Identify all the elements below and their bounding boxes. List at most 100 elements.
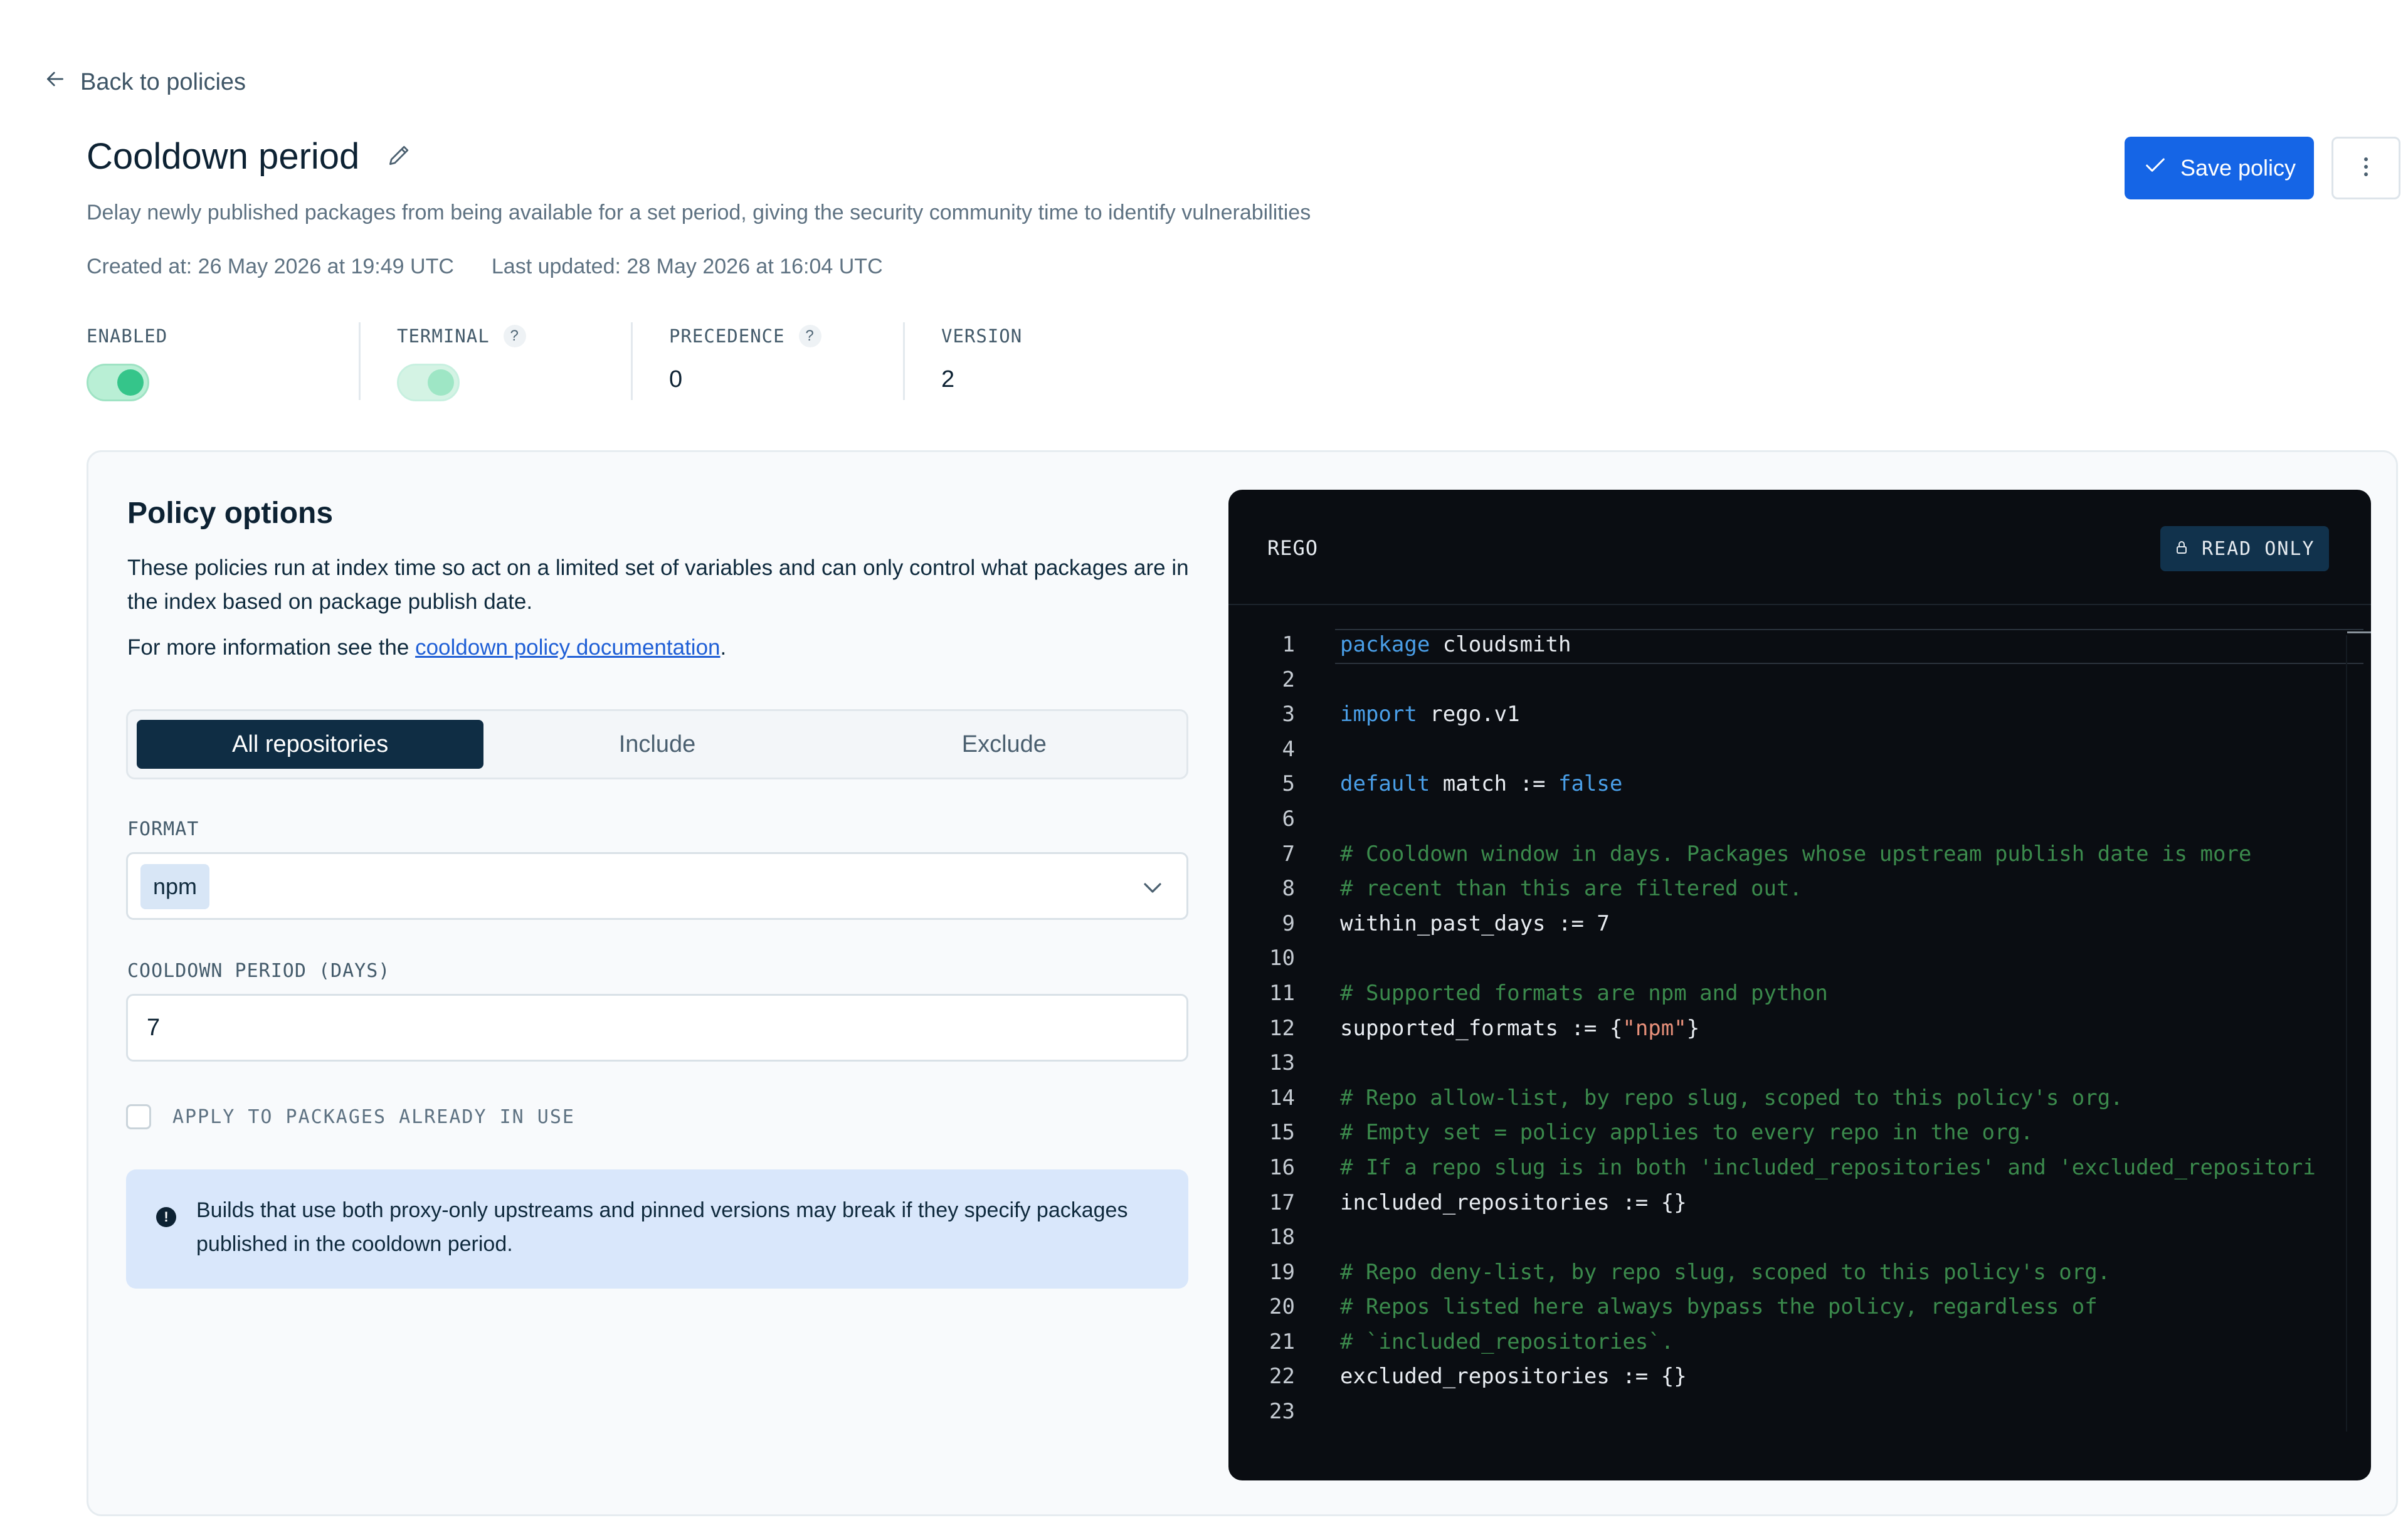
kebab-menu-icon xyxy=(2362,154,2370,182)
line-number: 9 xyxy=(1282,910,1295,936)
code-header: REGO READ ONLY xyxy=(1228,490,2371,605)
more-info-suffix: . xyxy=(720,635,727,660)
line-number: 4 xyxy=(1282,736,1295,762)
code-line: 17 included_repositories := {} xyxy=(1228,1186,2371,1221)
check-icon xyxy=(2143,153,2168,184)
apply-existing-row[interactable]: APPLY TO PACKAGES ALREADY IN USE xyxy=(126,1104,575,1129)
line-content: # Empty set = policy applies to every re… xyxy=(1340,1120,2034,1146)
code-line: 3 import rego.v1 xyxy=(1228,697,2371,732)
apply-existing-label: APPLY TO PACKAGES ALREADY IN USE xyxy=(172,1105,575,1128)
line-content: package cloudsmith xyxy=(1340,632,1571,657)
back-to-policies-link[interactable]: Back to policies xyxy=(43,66,246,98)
code-line: 19 # Repo deny-list, by repo slug, scoped… xyxy=(1228,1255,2371,1290)
enabled-toggle[interactable] xyxy=(87,364,149,401)
rego-code-viewer: REGO READ ONLY 1 package cloudsmith 2 3 impo… xyxy=(1228,490,2371,1480)
save-policy-button[interactable]: Save policy xyxy=(2125,137,2314,199)
policy-options-description: These policies run at index time so act … xyxy=(127,556,1189,614)
more-options-button[interactable] xyxy=(2331,137,2400,199)
line-content: # Repo allow-list, by repo slug, scoped … xyxy=(1340,1085,2123,1111)
timestamps: Created at: 26 May 2026 at 19:49 UTC Las… xyxy=(87,255,883,279)
terminal-toggle[interactable] xyxy=(397,364,460,401)
code-line: 14 # Repo allow-list, by repo slug, scope… xyxy=(1228,1081,2371,1116)
tab-include[interactable]: Include xyxy=(483,720,830,769)
notice-text: Builds that use both proxy-only upstream… xyxy=(196,1198,1128,1256)
format-label: FORMAT xyxy=(127,818,199,840)
line-number: 2 xyxy=(1282,667,1295,692)
code-language: REGO xyxy=(1267,536,1319,560)
arrow-left-icon xyxy=(43,66,68,98)
tab-all-repositories[interactable]: All repositories xyxy=(137,720,484,769)
created-at: Created at: 26 May 2026 at 19:49 UTC xyxy=(87,255,454,278)
line-content: # Repos listed here always bypass the po… xyxy=(1340,1294,2098,1320)
code-line: 18 xyxy=(1228,1220,2371,1255)
precedence-value: 0 xyxy=(669,366,683,393)
line-content: # Cooldown window in days. Packages whos… xyxy=(1340,841,2252,867)
stat-precedence: PRECEDENCE ? 0 xyxy=(631,322,903,400)
policy-options-panel: Policy options These policies run at ind… xyxy=(87,450,2398,1516)
code-line: 22 excluded_repositories := {} xyxy=(1228,1359,2371,1395)
chevron-down-icon xyxy=(1138,873,1168,903)
code-line: 13 xyxy=(1228,1046,2371,1081)
line-content: within_past_days := 7 xyxy=(1340,910,1610,936)
line-number: 22 xyxy=(1269,1364,1295,1390)
apply-existing-checkbox[interactable] xyxy=(126,1104,151,1129)
format-chip[interactable]: npm xyxy=(140,864,210,909)
line-number: 15 xyxy=(1269,1120,1295,1146)
terminal-label: TERMINAL xyxy=(397,325,490,347)
code-line: 1 package cloudsmith xyxy=(1228,628,2371,663)
code-line: 21 # `included_repositories`. xyxy=(1228,1325,2371,1360)
line-content: # `included_repositories`. xyxy=(1340,1329,1674,1354)
cooldown-period-label: COOLDOWN PERIOD (DAYS) xyxy=(127,960,391,982)
code-line: 16 # If a repo slug is in both 'included_… xyxy=(1228,1151,2371,1186)
code-line: 7 # Cooldown window in days. Packages who… xyxy=(1228,837,2371,872)
line-content: # recent than this are filtered out. xyxy=(1340,876,1802,902)
line-number: 23 xyxy=(1269,1399,1295,1425)
lock-icon xyxy=(2174,538,2189,560)
line-number: 18 xyxy=(1269,1225,1295,1250)
tab-exclude[interactable]: Exclude xyxy=(831,720,1178,769)
code-body: 1 package cloudsmith 2 3 import rego.v1 4 5 def… xyxy=(1228,628,2371,1430)
cooldown-docs-link[interactable]: cooldown policy documentation xyxy=(415,635,720,660)
cooldown-period-input[interactable]: 7 xyxy=(126,994,1188,1062)
line-content: import rego.v1 xyxy=(1340,702,1520,727)
stat-version: VERSION 2 xyxy=(903,322,1175,400)
version-label: VERSION xyxy=(941,325,1023,347)
code-line: 23 xyxy=(1228,1395,2371,1430)
info-icon: ! xyxy=(156,1207,176,1227)
version-value: 2 xyxy=(941,366,955,393)
line-number: 7 xyxy=(1282,841,1295,867)
line-number: 13 xyxy=(1269,1050,1295,1076)
code-line: 12 supported_formats := {"npm"} xyxy=(1228,1011,2371,1047)
line-number: 21 xyxy=(1269,1329,1295,1354)
read-only-label: READ ONLY xyxy=(2202,537,2315,560)
page-subtitle: Delay newly published packages from bein… xyxy=(87,201,1311,224)
code-line: 5 default match := false xyxy=(1228,767,2371,802)
terminal-help-icon[interactable]: ? xyxy=(503,325,526,347)
line-number: 6 xyxy=(1282,806,1295,831)
line-number: 5 xyxy=(1282,771,1295,797)
repository-scope-tabs: All repositories Include Exclude xyxy=(126,709,1188,779)
code-line: 11 # Supported formats are npm and python xyxy=(1228,976,2371,1011)
code-line: 15 # Empty set = policy applies to every … xyxy=(1228,1116,2371,1151)
enabled-label: ENABLED xyxy=(87,325,168,347)
code-line: 4 xyxy=(1228,732,2371,768)
line-content: supported_formats := {"npm"} xyxy=(1340,1015,1700,1041)
precedence-label: PRECEDENCE xyxy=(669,325,785,347)
format-select[interactable]: npm xyxy=(126,852,1188,920)
code-line: 8 # recent than this are filtered out. xyxy=(1228,872,2371,907)
pencil-icon[interactable] xyxy=(386,141,413,172)
line-content: excluded_repositories := {} xyxy=(1340,1364,1687,1390)
line-number: 17 xyxy=(1269,1190,1295,1215)
last-updated: Last updated: 28 May 2026 at 16:04 UTC xyxy=(491,255,883,278)
precedence-help-icon[interactable]: ? xyxy=(798,325,821,347)
line-number: 10 xyxy=(1269,946,1295,971)
code-line: 9 within_past_days := 7 xyxy=(1228,907,2371,942)
line-number: 1 xyxy=(1282,632,1295,657)
code-line: 20 # Repos listed here always bypass the … xyxy=(1228,1290,2371,1325)
line-number: 8 xyxy=(1282,876,1295,902)
precedence-label-row: PRECEDENCE ? xyxy=(669,322,903,350)
code-line: 2 xyxy=(1228,663,2371,698)
line-number: 12 xyxy=(1269,1015,1295,1041)
code-line: 6 xyxy=(1228,802,2371,837)
page-title: Cooldown period xyxy=(87,136,360,177)
